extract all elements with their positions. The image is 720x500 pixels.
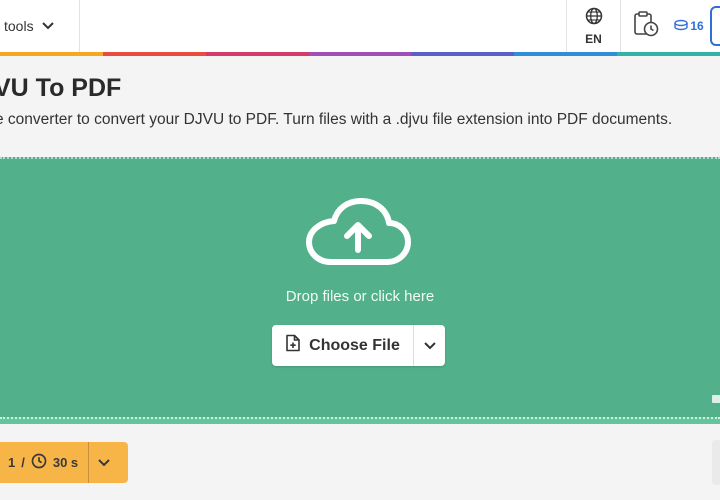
resize-icon [712,390,720,408]
choose-file-label: Choose File [309,336,400,354]
limits-info: 1 / 30 s [0,442,90,483]
cloud-upload-icon [303,196,413,273]
coins-icon [674,19,689,34]
chevron-down-icon [423,337,436,355]
limits-bar[interactable]: 1 / 30 s [0,442,128,483]
limits-separator: / [21,455,25,470]
chevron-down-icon [98,454,110,472]
drop-files-text: Drop files or click here [285,288,435,305]
all-tools-label: l tools [0,18,34,34]
page-title: VU To PDF [0,74,122,102]
clipboard-clock-icon [633,10,659,43]
account-button[interactable] [710,6,720,46]
dropzone-bottom-strip [0,417,720,424]
file-add-icon [285,334,301,357]
language-selector[interactable]: EN [566,0,620,52]
choose-file-button[interactable]: Choose File [272,325,414,366]
language-code: EN [585,31,602,46]
clock-icon [31,453,47,472]
credits-count: 16 [690,19,704,33]
chevron-down-icon [41,22,54,30]
globe-icon [585,7,603,30]
credits-counter[interactable]: 16 [670,0,708,52]
all-tools-menu[interactable]: l tools [0,0,80,52]
files-count: 1 [8,455,16,470]
upload-source-dropdown[interactable] [414,325,445,366]
limits-dropdown[interactable] [89,454,119,472]
time-limit: 30 s [52,455,79,470]
partial-panel [712,440,720,485]
color-stripe [0,52,720,56]
top-header: l tools EN 16 [0,0,720,52]
history-button[interactable] [620,0,670,52]
choose-file-group: Choose File [272,325,445,366]
page-description: e converter to convert your DJVU to PDF.… [0,111,673,128]
